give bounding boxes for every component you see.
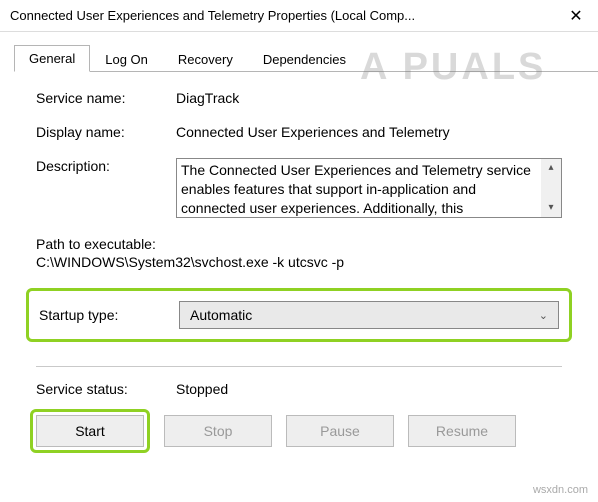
service-control-buttons: Start Stop Pause Resume — [36, 409, 562, 453]
close-button[interactable]: ✕ — [554, 0, 598, 32]
row-startup-type-highlight: Startup type: Automatic ⌄ — [26, 288, 572, 342]
resume-button[interactable]: Resume — [408, 415, 516, 447]
tab-general[interactable]: General — [14, 45, 90, 72]
tabs-container: General Log On Recovery Dependencies — [0, 32, 598, 72]
label-service-name: Service name: — [36, 90, 176, 106]
tab-panel-general: Service name: DiagTrack Display name: Co… — [0, 72, 598, 453]
row-display-name: Display name: Connected User Experiences… — [36, 124, 562, 140]
value-service-status: Stopped — [176, 381, 562, 397]
tab-strip: General Log On Recovery Dependencies — [14, 44, 598, 72]
value-path: C:\WINDOWS\System32\svchost.exe -k utcsv… — [36, 254, 562, 270]
value-display-name: Connected User Experiences and Telemetry — [176, 124, 562, 140]
label-startup-type: Startup type: — [39, 307, 179, 323]
value-service-name: DiagTrack — [176, 90, 562, 106]
pause-button[interactable]: Pause — [286, 415, 394, 447]
window-titlebar: Connected User Experiences and Telemetry… — [0, 0, 598, 32]
label-path: Path to executable: — [36, 236, 562, 252]
row-path: Path to executable: C:\WINDOWS\System32\… — [36, 236, 562, 270]
label-service-status: Service status: — [36, 381, 176, 397]
dropdown-startup-type[interactable]: Automatic ⌄ — [179, 301, 559, 329]
description-text[interactable]: The Connected User Experiences and Telem… — [177, 159, 541, 217]
start-button-highlight: Start — [30, 409, 150, 453]
window-title: Connected User Experiences and Telemetry… — [10, 8, 415, 23]
description-scrollbar[interactable]: ▴ ▾ — [541, 159, 561, 217]
row-service-status: Service status: Stopped — [36, 381, 562, 397]
tab-logon[interactable]: Log On — [90, 46, 163, 72]
row-description: Description: The Connected User Experien… — [36, 158, 562, 218]
row-service-name: Service name: DiagTrack — [36, 90, 562, 106]
label-display-name: Display name: — [36, 124, 176, 140]
label-description: Description: — [36, 158, 176, 174]
dropdown-startup-type-value: Automatic — [190, 307, 252, 323]
tab-recovery[interactable]: Recovery — [163, 46, 248, 72]
divider — [36, 366, 562, 367]
chevron-down-icon: ⌄ — [539, 309, 548, 322]
start-button[interactable]: Start — [36, 415, 144, 447]
footer-credit: wsxdn.com — [533, 484, 588, 496]
stop-button[interactable]: Stop — [164, 415, 272, 447]
tab-dependencies[interactable]: Dependencies — [248, 46, 361, 72]
close-icon: ✕ — [569, 6, 582, 26]
scroll-down-icon[interactable]: ▾ — [541, 199, 561, 217]
scroll-up-icon[interactable]: ▴ — [541, 159, 561, 177]
description-box: The Connected User Experiences and Telem… — [176, 158, 562, 218]
